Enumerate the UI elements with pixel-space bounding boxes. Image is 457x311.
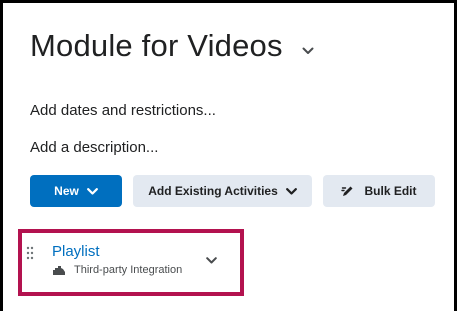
activity-type: Third-party Integration bbox=[52, 264, 182, 276]
drag-handle-icon[interactable] bbox=[26, 246, 34, 260]
activity-name-link[interactable]: Playlist bbox=[52, 243, 100, 260]
activity-item[interactable]: Playlist Third-party Integration bbox=[26, 243, 236, 283]
chevron-down-icon bbox=[86, 187, 98, 195]
chevron-down-icon[interactable] bbox=[301, 44, 315, 58]
activity-type-label: Third-party Integration bbox=[74, 264, 183, 276]
new-button[interactable]: New bbox=[30, 175, 122, 207]
add-dates-link[interactable]: Add dates and restrictions... bbox=[30, 102, 216, 119]
add-existing-label: Add Existing Activities bbox=[148, 184, 278, 198]
module-title: Module for Videos bbox=[30, 28, 315, 64]
toolbar: New Add Existing Activities Bulk Edit bbox=[30, 175, 435, 207]
add-description-link[interactable]: Add a description... bbox=[30, 139, 158, 156]
chevron-down-icon bbox=[285, 187, 297, 195]
new-button-label: New bbox=[54, 184, 79, 198]
puzzle-icon bbox=[52, 265, 66, 276]
add-existing-activities-button[interactable]: Add Existing Activities bbox=[133, 175, 312, 207]
chevron-down-icon[interactable] bbox=[204, 253, 218, 267]
pencil-icon bbox=[341, 184, 355, 198]
bulk-edit-label: Bulk Edit bbox=[364, 184, 417, 198]
bulk-edit-button[interactable]: Bulk Edit bbox=[323, 175, 435, 207]
page-title: Module for Videos bbox=[30, 28, 283, 63]
